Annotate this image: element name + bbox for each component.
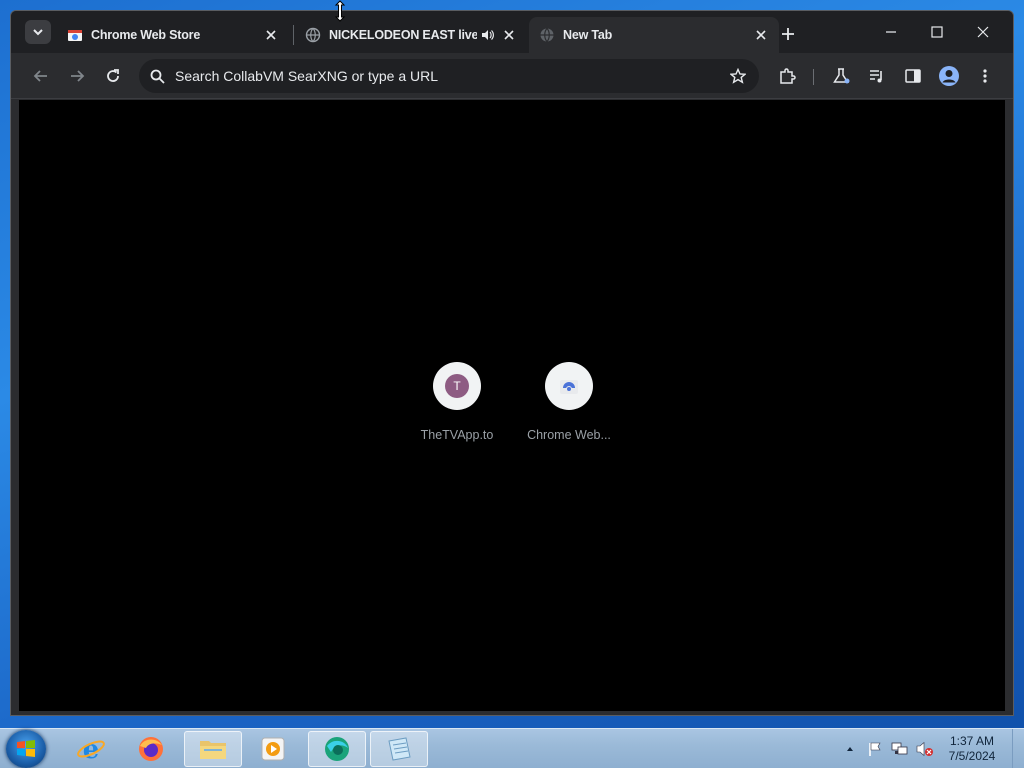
windows-logo-icon <box>17 740 35 757</box>
side-panel-icon <box>905 69 921 83</box>
chrome-web-store-icon <box>67 27 83 43</box>
shortcut-tile[interactable] <box>545 362 593 410</box>
arrow-right-icon <box>71 70 85 82</box>
taskbar-file-explorer[interactable] <box>184 731 242 767</box>
tab-chrome-web-store[interactable]: Chrome Web Store <box>57 17 289 53</box>
chevron-up-icon <box>847 747 853 751</box>
taskbar-firefox[interactable] <box>122 731 180 767</box>
tab-title: Chrome Web Store <box>91 28 201 42</box>
speaker-icon[interactable] <box>479 27 495 43</box>
taskbar-internet-explorer[interactable]: e <box>62 731 120 767</box>
browser-window: Chrome Web Store NICKELODEON EAST live s… <box>10 10 1014 716</box>
extensions-button[interactable] <box>773 62 801 90</box>
tab-strip: Chrome Web Store NICKELODEON EAST live s… <box>11 11 1013 53</box>
maximize-button[interactable] <box>915 19 959 45</box>
profile-button[interactable] <box>935 62 963 90</box>
reload-icon <box>107 69 119 82</box>
shortcut-label: Chrome Web... <box>527 428 611 442</box>
minimize-icon <box>886 31 896 33</box>
music-queue-icon <box>870 70 882 83</box>
shortcut-thetvapp[interactable]: T TheTVApp.to <box>402 362 512 442</box>
tab-title: NICKELODEON EAST live st <box>329 28 477 42</box>
puzzle-icon <box>780 68 796 84</box>
reload-button[interactable] <box>99 62 127 90</box>
network-icon[interactable] <box>890 739 910 759</box>
address-input[interactable] <box>175 68 727 84</box>
flask-icon <box>833 68 850 84</box>
letter-t-icon: T <box>445 374 469 398</box>
internet-explorer-icon: e <box>77 735 105 764</box>
tab-search-button[interactable] <box>25 20 51 44</box>
minimize-button[interactable] <box>869 19 913 45</box>
flag-icon <box>869 742 881 756</box>
search-icon <box>147 66 167 86</box>
browser-app-icon <box>325 737 349 761</box>
start-button[interactable] <box>6 730 46 768</box>
firefox-icon <box>139 737 163 761</box>
shortcut-label: TheTVApp.to <box>420 428 494 442</box>
globe-icon <box>539 27 555 43</box>
system-tray <box>840 729 940 768</box>
more-vert-icon <box>983 69 987 83</box>
media-player-icon <box>261 737 285 761</box>
close-icon[interactable] <box>753 27 769 43</box>
side-panel-button[interactable] <box>899 62 927 90</box>
labs-button[interactable] <box>827 62 855 90</box>
clock[interactable]: 1:37 AM 7/5/2024 <box>936 734 1008 764</box>
forward-button[interactable] <box>63 62 91 90</box>
show-hidden-icons-button[interactable] <box>840 739 860 759</box>
clock-date: 7/5/2024 <box>948 749 996 763</box>
shortcut-chrome-web-store[interactable]: Chrome Web... <box>514 362 624 442</box>
omnibox[interactable] <box>139 59 759 93</box>
taskbar-browser-app[interactable] <box>308 731 366 767</box>
arrow-left-icon <box>33 70 47 82</box>
new-tab-page: T TheTVApp.to Chrome Web... <box>19 100 1005 711</box>
action-center-icon[interactable] <box>865 739 885 759</box>
toolbar <box>11 53 1013 99</box>
tab-separator <box>293 25 294 45</box>
show-desktop-button[interactable] <box>1012 729 1024 768</box>
svg-text:e: e <box>83 735 100 764</box>
maximize-icon <box>931 26 943 38</box>
new-tab-button[interactable] <box>777 23 799 45</box>
clock-time: 1:37 AM <box>949 734 995 748</box>
close-icon[interactable] <box>263 27 279 43</box>
taskbar-media-player[interactable] <box>244 731 302 767</box>
tab-nickelodeon[interactable]: NICKELODEON EAST live st <box>295 17 527 53</box>
tab-new-tab[interactable]: New Tab <box>529 17 779 53</box>
taskbar-notepad[interactable] <box>370 731 428 767</box>
media-controls-button[interactable] <box>863 62 891 90</box>
close-icon[interactable] <box>501 27 517 43</box>
globe-icon <box>305 27 321 43</box>
shortcut-tile[interactable]: T <box>433 362 481 410</box>
network-monitor-icon <box>891 742 908 755</box>
volume-muted-icon[interactable] <box>915 739 935 759</box>
chrome-web-store-icon <box>560 380 578 394</box>
file-explorer-icon <box>200 741 226 759</box>
bookmark-star-icon[interactable] <box>727 65 749 87</box>
close-icon <box>977 26 989 38</box>
speaker-muted-icon <box>916 741 933 757</box>
chevron-down-icon <box>33 29 43 36</box>
notepad-icon <box>388 737 411 761</box>
plus-icon <box>782 28 794 40</box>
taskbar: e 1:37 AM 7/5/2024 <box>0 728 1024 768</box>
back-button[interactable] <box>27 62 55 90</box>
close-window-button[interactable] <box>961 19 1005 45</box>
menu-button[interactable] <box>971 62 999 90</box>
tab-title: New Tab <box>563 28 613 42</box>
resize-cursor-icon <box>334 0 346 22</box>
avatar-icon <box>939 66 959 86</box>
toolbar-separator <box>813 69 814 85</box>
